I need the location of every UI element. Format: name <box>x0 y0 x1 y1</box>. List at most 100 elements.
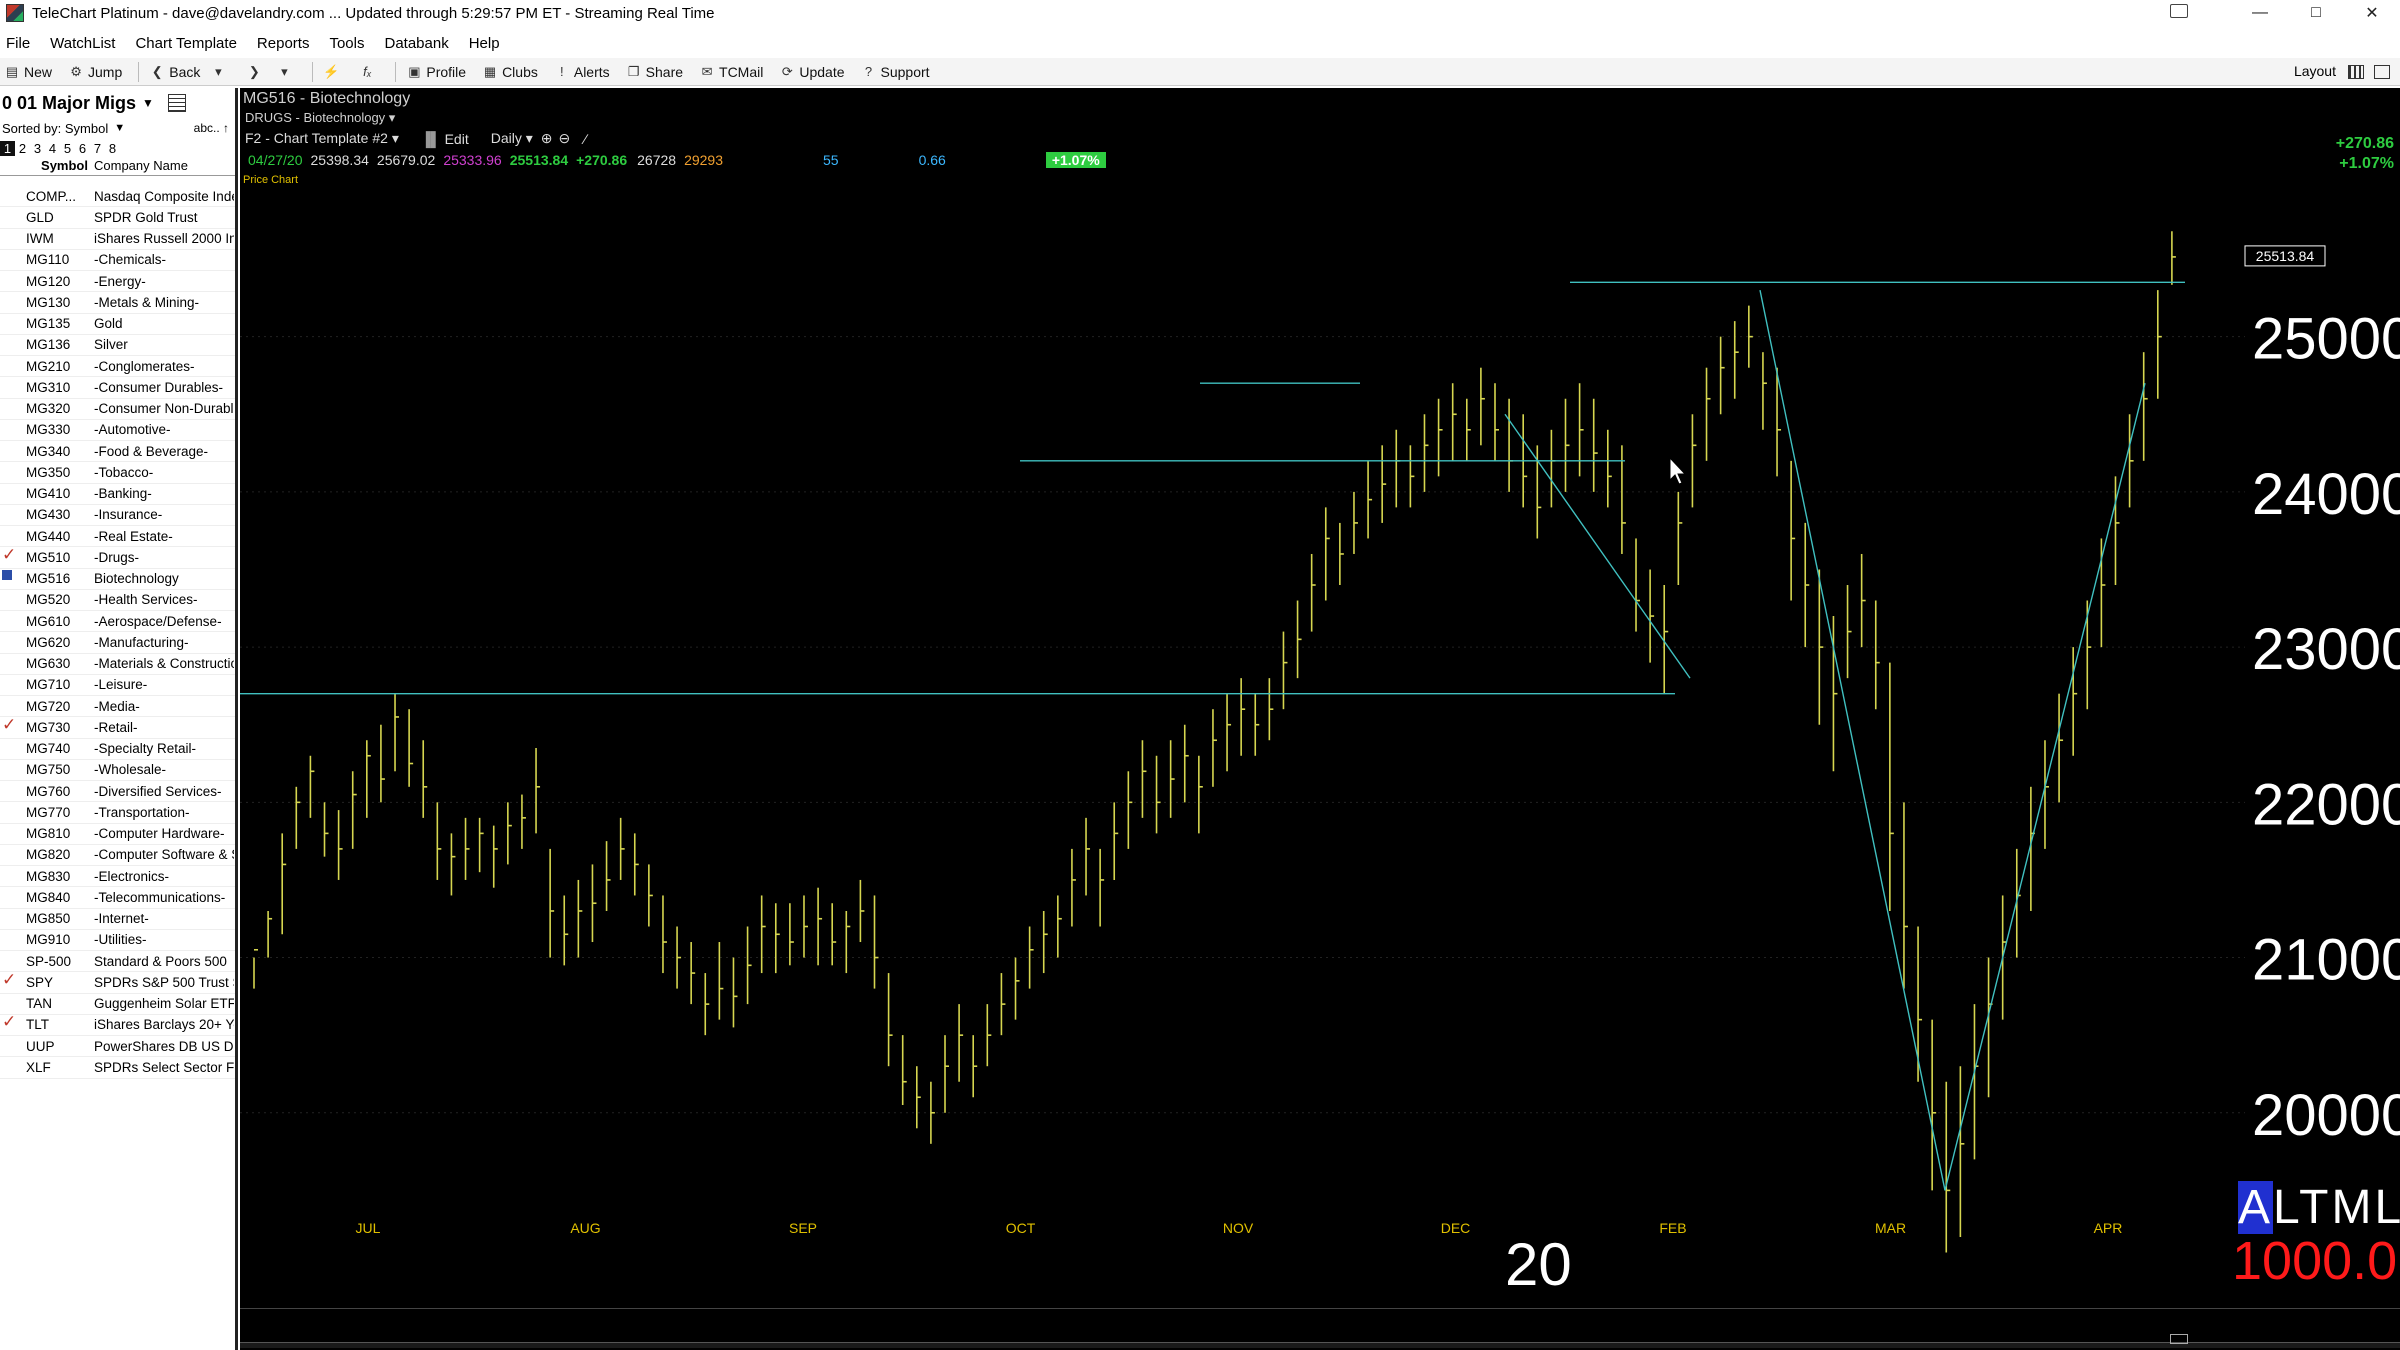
watchlist-row[interactable]: ✓ MG730 -Retail- <box>0 717 235 739</box>
watchlist-row[interactable]: TAN Guggenheim Solar ETF <box>0 994 235 1015</box>
watchlist-row[interactable]: MG910 -Utilities- <box>0 930 235 951</box>
function-button[interactable]: fₓ <box>359 64 379 80</box>
chevron-down-icon[interactable]: ▼ <box>142 96 154 110</box>
watchlist-row[interactable]: SP-500 Standard & Poors 500 <box>0 951 235 973</box>
chart-template-selector[interactable]: F2 - Chart Template #2 ▾ <box>245 130 399 147</box>
menu-databank[interactable]: Databank <box>384 35 448 52</box>
watchlist-row[interactable]: MG120 -Energy- <box>0 271 235 293</box>
scroll-handle-icon[interactable] <box>2170 1334 2188 1344</box>
watchlist-row[interactable]: GLD SPDR Gold Trust <box>0 207 235 229</box>
watchlist-row[interactable]: MG750 -Wholesale- <box>0 760 235 781</box>
watchlist-row[interactable]: ✓ SPY SPDRs S&P 500 Trust S <box>0 972 235 994</box>
x-tick-label: MAR <box>1875 1220 1906 1236</box>
support-button[interactable]: ? Support <box>861 64 930 80</box>
menu-watchlist[interactable]: WatchList <box>50 35 115 52</box>
clubs-button[interactable]: ▦ Clubs <box>482 64 538 80</box>
watchlist-row[interactable]: MG620 -Manufacturing- <box>0 632 235 654</box>
watchlist-row[interactable]: ✓ MG510 -Drugs- <box>0 547 235 569</box>
watchlist-row[interactable]: MG130 -Metals & Mining- <box>0 292 235 314</box>
profile-button[interactable]: ▣ Profile <box>406 64 466 80</box>
company-column-header[interactable]: Company Name <box>92 158 188 175</box>
row-company-name: PowerShares DB US Do <box>94 1038 234 1054</box>
chevron-down-icon[interactable]: ▼ <box>114 122 125 134</box>
watchlist-row[interactable]: MG710 -Leisure- <box>0 675 235 696</box>
watchlist-row[interactable]: MG110 -Chemicals- <box>0 250 235 271</box>
watchlist-row[interactable]: XLF SPDRs Select Sector Fi <box>0 1057 235 1079</box>
layout-window-icon[interactable] <box>2374 65 2390 79</box>
watchlist-row[interactable]: MG840 -Telecommunications- <box>0 887 235 909</box>
watchlist-row[interactable]: MG320 -Consumer Non-Durables <box>0 399 235 420</box>
price-chart[interactable]: 20000 21000 22000 23000 24000 25000 JUL AUG SEP O… <box>240 88 2400 1350</box>
watchlist-selector[interactable]: 0 01 Major Migs <box>2 93 136 114</box>
watchlist-row[interactable]: MG610 -Aerospace/Defense- <box>0 611 235 633</box>
menu-tools[interactable]: Tools <box>329 35 364 52</box>
chart-area[interactable]: 20000 21000 22000 23000 24000 25000 JUL AUG SEP O… <box>240 88 2400 1350</box>
watchlist-row[interactable]: MG720 -Media- <box>0 696 235 718</box>
watchlist-tab[interactable]: 1 <box>0 140 15 156</box>
watchlist-row[interactable]: MG136 Silver <box>0 335 235 356</box>
forward-button[interactable]: ❯ ▾ <box>246 64 296 80</box>
zoom-in-icon[interactable]: ⊕ <box>541 130 553 147</box>
menu-chart-template[interactable]: Chart Template <box>135 35 236 52</box>
watchlist-row[interactable]: MG520 -Health Services- <box>0 590 235 611</box>
period-selector[interactable]: Daily ▾ <box>491 130 533 147</box>
layout-grid-icon[interactable] <box>2348 65 2364 79</box>
menu-reports[interactable]: Reports <box>257 35 310 52</box>
watchlist-row[interactable]: MG740 -Specialty Retail- <box>0 739 235 760</box>
layout-button[interactable]: Layout <box>2294 63 2336 79</box>
close-button[interactable]: ✕ <box>2344 0 2400 26</box>
maximize-button[interactable]: □ <box>2288 0 2344 26</box>
watchlist-tab[interactable]: 5 <box>60 141 75 156</box>
watchlist-row[interactable]: MG330 -Automotive- <box>0 420 235 441</box>
new-button[interactable]: ▤ New <box>4 64 52 80</box>
watchlist-tab[interactable]: 3 <box>30 141 45 156</box>
watchlist-row[interactable]: MG830 -Electronics- <box>0 866 235 888</box>
minimize-button[interactable]: — <box>2232 0 2288 26</box>
support-label: Support <box>880 63 930 80</box>
watchlist-row[interactable]: UUP PowerShares DB US Do <box>0 1036 235 1058</box>
watchlist-row[interactable]: ✓ TLT iShares Barclays 20+ Yea <box>0 1015 235 1036</box>
watchlist-row[interactable]: MG430 -Insurance- <box>0 505 235 526</box>
watchlist-row[interactable]: MG630 -Materials & Construction <box>0 654 235 675</box>
watchlist-row[interactable]: MG850 -Internet- <box>0 909 235 930</box>
watchlist-row[interactable]: MG410 -Banking- <box>0 484 235 505</box>
watchlist-row[interactable]: MG516 Biotechnology <box>0 569 235 590</box>
share-button[interactable]: ❐ Share <box>626 64 683 80</box>
jump-button[interactable]: ⚙ Jump <box>68 64 122 80</box>
watchlist-tab[interactable]: 2 <box>15 141 30 156</box>
menu-file[interactable]: File <box>6 35 30 52</box>
watchlist-tab[interactable]: 8 <box>105 141 120 156</box>
edit-button[interactable]: ▐▌ Edit <box>421 131 469 147</box>
sort-selector[interactable]: Sorted by: Symbol <box>2 121 108 136</box>
restore-layout-icon[interactable] <box>2170 4 2188 18</box>
watchlist-row[interactable]: IWM iShares Russell 2000 Index <box>0 229 235 250</box>
chart-subtitle[interactable]: DRUGS - Biotechnology ▾ <box>245 110 395 126</box>
watchlist-row[interactable]: MG820 -Computer Software & Se <box>0 845 235 866</box>
tcmail-button[interactable]: ✉ TCMail <box>699 64 764 80</box>
sort-direction[interactable]: abc.. ↑ <box>194 121 229 135</box>
menu-help[interactable]: Help <box>469 35 500 52</box>
alerts-button[interactable]: ! Alerts <box>554 64 610 80</box>
watchlist-row[interactable]: MG210 -Conglomerates- <box>0 356 235 378</box>
watchlist-row[interactable]: MG810 -Computer Hardware- <box>0 824 235 845</box>
back-button[interactable]: ❮ Back ▾ <box>149 64 230 80</box>
watchlist-tab[interactable]: 4 <box>45 141 60 156</box>
watchlist-row[interactable]: MG340 -Food & Beverage- <box>0 441 235 463</box>
watchlist-tab[interactable]: 7 <box>90 141 105 156</box>
formula-button[interactable]: ⚡ <box>323 64 343 80</box>
update-button[interactable]: ⟳ Update <box>779 64 845 80</box>
draw-line-icon[interactable]: ∕ <box>584 131 586 147</box>
watchlist-row[interactable]: MG770 -Transportation- <box>0 802 235 824</box>
chart-scrollbar[interactable] <box>240 1342 2400 1348</box>
watchlist-tab[interactable]: 6 <box>75 141 90 156</box>
watchlist-row[interactable]: MG135 Gold <box>0 314 235 335</box>
watchlist-row[interactable]: MG440 -Real Estate- <box>0 526 235 548</box>
watchlist-row[interactable]: MG310 -Consumer Durables- <box>0 377 235 399</box>
watchlist-row[interactable]: COMP... Nasdaq Composite Index <box>0 186 235 208</box>
symbol-column-header[interactable]: Symbol <box>0 158 92 175</box>
row-marker <box>0 951 26 971</box>
watchlist-row[interactable]: MG760 -Diversified Services- <box>0 781 235 803</box>
watchlist-options-icon[interactable] <box>167 94 186 112</box>
zoom-out-icon[interactable]: ⊖ <box>558 130 570 147</box>
watchlist-row[interactable]: MG350 -Tobacco- <box>0 462 235 484</box>
